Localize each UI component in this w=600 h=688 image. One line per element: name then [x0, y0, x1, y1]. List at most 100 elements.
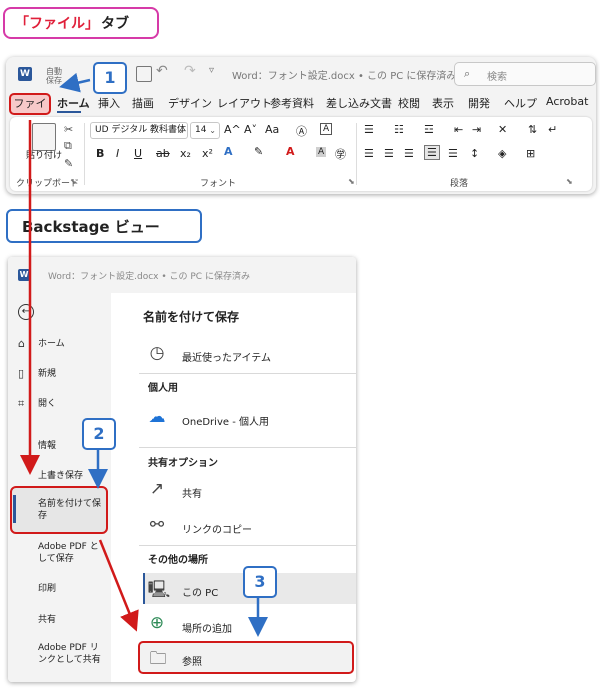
- word-logo-icon: W: [18, 67, 32, 81]
- align-center-icon[interactable]: ☰: [384, 147, 394, 160]
- paste-button-label[interactable]: 貼り付け: [26, 151, 62, 162]
- share-item[interactable]: 共有: [182, 485, 202, 500]
- link-icon: ⚯: [149, 515, 165, 535]
- onedrive-personal[interactable]: OneDrive - 個人用: [182, 413, 269, 428]
- callout-suffix: タブ: [101, 16, 129, 32]
- align-right-icon[interactable]: ☰: [404, 147, 414, 160]
- show-marks-icon[interactable]: ↵: [548, 123, 557, 136]
- change-case-button[interactable]: Aa: [265, 123, 279, 136]
- cut-icon[interactable]: ✂: [64, 123, 73, 136]
- distributed-icon[interactable]: ☰: [448, 147, 458, 160]
- tab-help[interactable]: ヘルプ: [504, 95, 537, 111]
- search-input[interactable]: ⌕ 検索: [454, 62, 596, 86]
- tab-file[interactable]: ファイル: [9, 93, 51, 128]
- copy-link-item[interactable]: リンクのコピー: [182, 521, 252, 536]
- font-name-select[interactable]: UD デジタル 教科書体 ⌄: [90, 122, 188, 139]
- globe-add-icon: ⊕: [149, 613, 165, 633]
- tab-insert[interactable]: 挿入: [98, 95, 120, 111]
- subscript-button[interactable]: x₂: [180, 147, 191, 160]
- char-border-icon[interactable]: A: [320, 123, 333, 135]
- font-size-select[interactable]: 14 ⌄: [190, 122, 220, 139]
- tab-home[interactable]: ホーム: [57, 95, 90, 111]
- clipboard-launcher-icon[interactable]: ⬊: [70, 177, 77, 186]
- nav-share[interactable]: 共有: [38, 614, 56, 626]
- multilevel-list-icon[interactable]: ☲: [424, 123, 434, 136]
- browse-label[interactable]: 参照: [182, 653, 202, 668]
- backstage-title-bar: W Word：フォント設定.docx • この PC に保存済み: [8, 257, 356, 293]
- tab-mailings[interactable]: 差し込み文書: [326, 95, 392, 111]
- nav-home[interactable]: ホーム: [38, 338, 65, 350]
- section-divider: [139, 447, 356, 448]
- bullets-icon[interactable]: ☰: [364, 123, 374, 136]
- save-as-heading: 名前を付けて保存: [143, 310, 240, 324]
- asian-layout-icon[interactable]: ✕: [498, 123, 507, 136]
- underline-button[interactable]: U: [134, 147, 142, 160]
- computer-icon: 🖳: [147, 580, 171, 600]
- bold-button[interactable]: B: [96, 147, 104, 160]
- nav-overwrite-save[interactable]: 上書き保存: [38, 470, 83, 482]
- open-folder-icon: ⌗: [18, 397, 25, 410]
- redo-icon[interactable]: ↷: [184, 63, 196, 79]
- group-divider: [84, 123, 85, 185]
- italic-button[interactable]: I: [116, 147, 119, 160]
- quick-access-more-icon[interactable]: ▿: [209, 65, 214, 76]
- borders-icon[interactable]: ⊞: [526, 147, 535, 160]
- tab-layout[interactable]: レイアウト: [217, 95, 272, 111]
- tab-developer[interactable]: 開発: [468, 95, 490, 111]
- nav-print[interactable]: 印刷: [38, 583, 56, 595]
- share-options-label: 共有オプション: [148, 458, 218, 469]
- tab-acrobat[interactable]: Acrobat: [546, 95, 588, 108]
- nav-adobe-pdf-share[interactable]: Adobe PDF リ ンクとして共有: [38, 642, 101, 666]
- ribbon-tabs: ファイル ホーム 挿入 描画 デザイン レイアウト 参考資料 差し込み文書 校閲…: [6, 91, 596, 128]
- shading-icon[interactable]: ◈: [498, 147, 506, 160]
- step-badge-3: 3: [243, 566, 277, 598]
- file-tab-callout: 「 ファイル 」 タブ: [3, 7, 159, 39]
- back-arrow-icon[interactable]: ←: [18, 304, 34, 320]
- align-left-icon[interactable]: ☰: [364, 147, 374, 160]
- nav-open[interactable]: 開く: [38, 398, 56, 410]
- backstage-window: W Word：フォント設定.docx • この PC に保存済み ← ⌂ ホーム…: [8, 257, 356, 682]
- recent-items[interactable]: 最近使ったアイテム: [182, 349, 271, 364]
- sort-icon[interactable]: ⇅: [528, 123, 537, 136]
- nav-selected-indicator: [13, 495, 16, 523]
- numbering-icon[interactable]: ☷: [394, 123, 404, 136]
- enclose-char-icon[interactable]: ㊫: [335, 146, 346, 162]
- document-title[interactable]: Word：フォント設定.docx • この PC に保存済み ∨: [232, 67, 467, 82]
- superscript-button[interactable]: x²: [202, 147, 213, 160]
- char-shading-icon[interactable]: A: [316, 147, 327, 157]
- strikethrough-button[interactable]: ab: [156, 147, 170, 160]
- font-launcher-icon[interactable]: ⬊: [348, 177, 355, 186]
- save-icon[interactable]: [136, 66, 152, 82]
- line-spacing-icon[interactable]: ↕: [470, 147, 479, 160]
- nav-info[interactable]: 情報: [38, 440, 56, 452]
- backstage-document-title: Word：フォント設定.docx • この PC に保存済み: [48, 272, 250, 282]
- justify-icon[interactable]: ☰: [424, 145, 440, 160]
- onedrive-cloud-icon: ☁: [148, 407, 166, 427]
- add-place-item[interactable]: 場所の追加: [182, 620, 232, 635]
- text-effects-icon[interactable]: A: [224, 145, 233, 158]
- format-painter-icon[interactable]: ✎: [64, 157, 73, 170]
- tab-design[interactable]: デザイン: [168, 95, 212, 111]
- paste-icon[interactable]: [32, 123, 56, 151]
- tab-view[interactable]: 表示: [432, 95, 454, 111]
- browse-button[interactable]: [138, 641, 354, 674]
- autosave-toggle[interactable]: 自動 保存: [46, 67, 62, 85]
- grow-font-button[interactable]: A^: [224, 123, 241, 136]
- increase-indent-icon[interactable]: ⇥: [472, 123, 481, 136]
- font-color-icon[interactable]: A: [286, 145, 295, 158]
- shrink-font-button[interactable]: A˅: [244, 123, 257, 136]
- tab-draw[interactable]: 描画: [132, 95, 154, 111]
- paragraph-launcher-icon[interactable]: ⬊: [566, 177, 573, 186]
- nav-adobe-pdf-save[interactable]: Adobe PDF と して保存: [38, 541, 99, 565]
- tab-references[interactable]: 参考資料: [270, 95, 314, 111]
- tab-review[interactable]: 校閲: [398, 95, 420, 111]
- this-pc-item[interactable]: この PC: [182, 584, 218, 599]
- nav-save-as[interactable]: 名前を付けて保 存: [38, 498, 101, 522]
- undo-icon[interactable]: ↶: [156, 63, 168, 79]
- copy-icon[interactable]: ⧉: [64, 139, 72, 153]
- highlight-icon[interactable]: ✎: [254, 145, 263, 158]
- new-doc-icon: ▯: [18, 367, 25, 380]
- nav-new[interactable]: 新規: [38, 368, 56, 380]
- clear-formatting-icon[interactable]: Ⓐ: [296, 123, 307, 139]
- decrease-indent-icon[interactable]: ⇤: [454, 123, 463, 136]
